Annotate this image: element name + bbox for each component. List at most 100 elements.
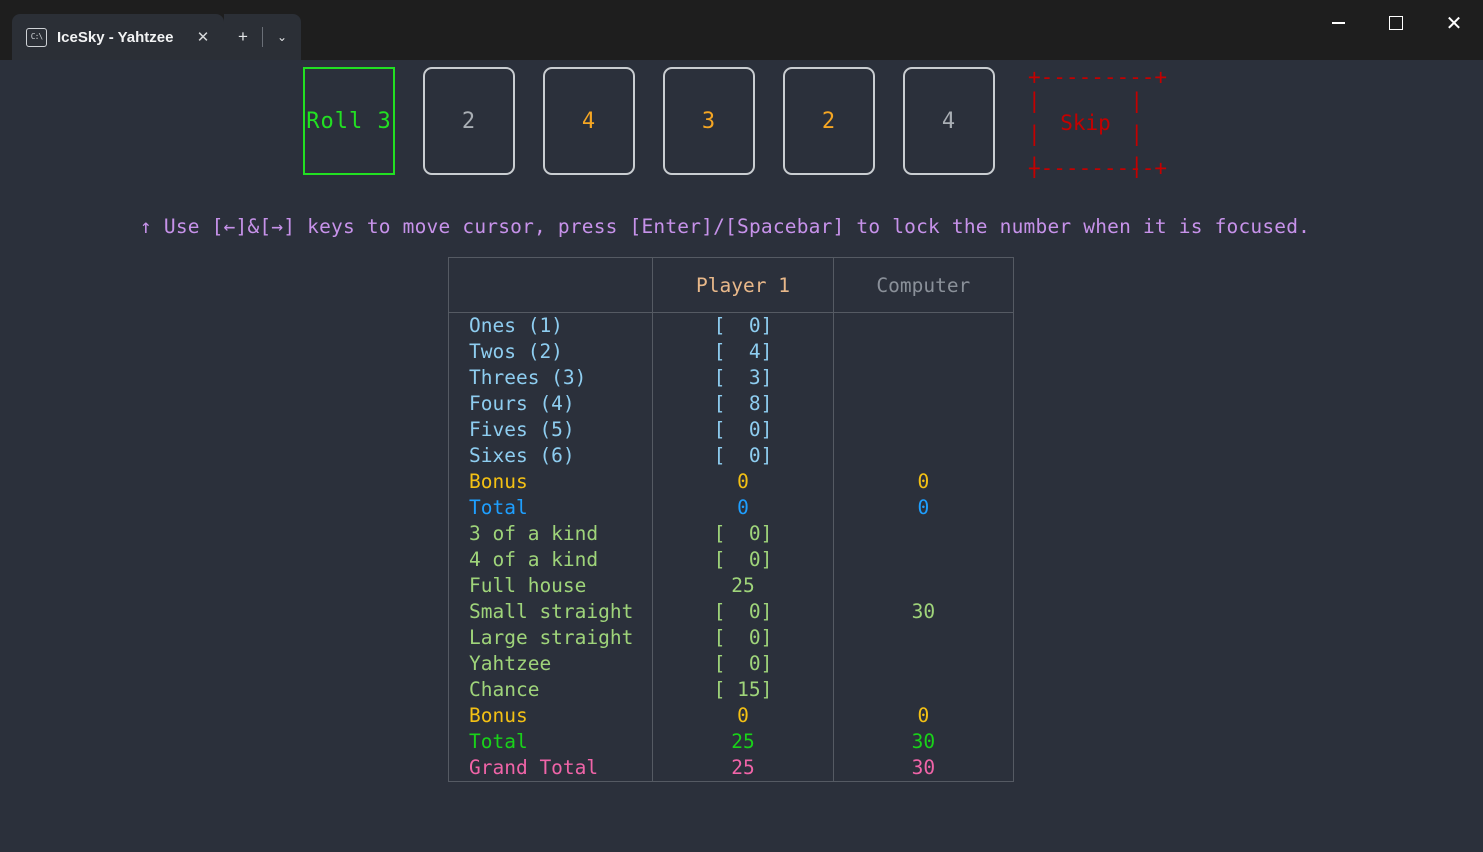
keyboard-hint-text: ↑ Use [←]&[→] keys to move cursor, press…	[140, 215, 1310, 238]
score-row-player-value-0: [ 0]	[653, 313, 832, 339]
terminal-content: Roll 3 2 4 3 2 4 +---------+ | | | Skip	[0, 60, 1483, 852]
die-3-value: 3	[702, 109, 716, 134]
score-row-player-value-8: [ 0]	[653, 521, 832, 547]
die-2-value: 4	[582, 109, 596, 134]
score-row-player-value-11: [ 0]	[653, 599, 832, 625]
clipped-bottom-line	[0, 841, 1483, 852]
score-row-computer-value-15: 0	[834, 703, 1013, 729]
scoreboard-body: Ones (1)Twos (2)Threes (3)Fours (4)Fives…	[449, 313, 1014, 782]
close-window-icon[interactable]: ✕	[1425, 0, 1483, 46]
header-computer: Computer	[833, 258, 1013, 313]
header-player-1: Player 1	[653, 258, 833, 313]
score-row-player-value-15: 0	[653, 703, 832, 729]
die-1[interactable]: 2	[423, 67, 515, 175]
score-row-computer-value-3	[834, 391, 1013, 417]
score-row-label-4: Fives (5)	[449, 417, 652, 443]
die-1-value: 2	[462, 109, 476, 134]
score-row-label-3: Fours (4)	[449, 391, 652, 417]
score-row-computer-value-12	[834, 625, 1013, 651]
score-row-computer-value-9	[834, 547, 1013, 573]
score-row-label-17: Grand Total	[449, 755, 652, 781]
score-row-computer-value-5	[834, 443, 1013, 469]
score-row-label-14: Chance	[449, 677, 652, 703]
score-row-player-value-6: 0	[653, 469, 832, 495]
tab-strip-actions: + ⌄	[224, 14, 301, 60]
tab-title: IceSky - Yahtzee	[57, 29, 173, 46]
scoreboard-header-row: Player 1 Computer	[449, 258, 1014, 313]
die-4[interactable]: 2	[783, 67, 875, 175]
score-row-label-2: Threes (3)	[449, 365, 652, 391]
scoreboard-table: Player 1 Computer Ones (1)Twos (2)Threes…	[448, 257, 1014, 782]
score-row-computer-value-6: 0	[834, 469, 1013, 495]
window-controls: ✕	[1309, 0, 1483, 46]
score-row-player-value-2: [ 3]	[653, 365, 832, 391]
roll-button-label: Roll 3	[306, 109, 391, 134]
score-row-player-value-5: [ 0]	[653, 443, 832, 469]
score-row-computer-value-4	[834, 417, 1013, 443]
title-bar: C:\ IceSky - Yahtzee ✕ + ⌄ ✕	[0, 0, 1483, 60]
score-row-label-5: Sixes (6)	[449, 443, 652, 469]
skip-left-bar-2: |	[1028, 118, 1041, 151]
scoreboard-header: Player 1 Computer	[449, 258, 1014, 313]
new-tab-icon[interactable]: +	[224, 14, 262, 60]
score-row-computer-value-1	[834, 339, 1013, 365]
skip-bottom-border: +---------+	[1028, 158, 1143, 179]
score-row-player-value-9: [ 0]	[653, 547, 832, 573]
tab-strip: C:\ IceSky - Yahtzee ✕ + ⌄	[0, 0, 301, 60]
score-row-computer-value-11: 30	[834, 599, 1013, 625]
score-row-computer-value-2	[834, 365, 1013, 391]
score-row-label-8: 3 of a kind	[449, 521, 652, 547]
close-tab-icon[interactable]: ✕	[190, 24, 216, 50]
scoreboard-computer-column: 00 30 03030	[833, 313, 1013, 782]
score-row-label-11: Small straight	[449, 599, 652, 625]
maximize-icon[interactable]	[1367, 0, 1425, 46]
score-row-computer-value-14	[834, 677, 1013, 703]
score-row-computer-value-7: 0	[834, 495, 1013, 521]
score-row-label-10: Full house	[449, 573, 652, 599]
die-5-value: 4	[942, 109, 956, 134]
skip-button[interactable]: +---------+ | | | Skip | | | +---------+	[1028, 67, 1143, 179]
skip-middle: | | | Skip | | |	[1028, 85, 1143, 161]
score-row-player-value-16: 25	[653, 729, 832, 755]
skip-label: Skip	[1041, 107, 1131, 140]
score-row-computer-value-8	[834, 521, 1013, 547]
score-row-label-0: Ones (1)	[449, 313, 652, 339]
score-row-label-1: Twos (2)	[449, 339, 652, 365]
header-blank	[449, 258, 653, 313]
skip-left-bar-1: |	[1028, 85, 1041, 118]
skip-right-border: | | |	[1130, 85, 1143, 161]
score-row-computer-value-16: 30	[834, 729, 1013, 755]
dice-row: Roll 3 2 4 3 2 4 +---------+ | | | Skip	[303, 67, 1143, 179]
scoreboard-player-column: [ 0][ 4][ 3][ 8][ 0][ 0]00[ 0][ 0]25[ 0]…	[653, 313, 833, 782]
score-row-player-value-10: 25	[653, 573, 832, 599]
score-row-label-16: Total	[449, 729, 652, 755]
skip-right-bar-1: |	[1130, 85, 1143, 118]
die-3[interactable]: 3	[663, 67, 755, 175]
chevron-down-icon[interactable]: ⌄	[263, 14, 301, 60]
scoreboard-label-column: Ones (1)Twos (2)Threes (3)Fours (4)Fives…	[449, 313, 653, 782]
score-row-player-value-3: [ 8]	[653, 391, 832, 417]
die-2[interactable]: 4	[543, 67, 635, 175]
score-row-computer-value-0	[834, 313, 1013, 339]
score-row-label-9: 4 of a kind	[449, 547, 652, 573]
skip-left-border: | | |	[1028, 85, 1041, 161]
roll-button[interactable]: Roll 3	[303, 67, 395, 175]
score-row-computer-value-17: 30	[834, 755, 1013, 781]
score-row-player-value-7: 0	[653, 495, 832, 521]
score-row-label-6: Bonus	[449, 469, 652, 495]
score-row-label-13: Yahtzee	[449, 651, 652, 677]
command-prompt-icon: C:\	[26, 28, 47, 47]
die-5[interactable]: 4	[903, 67, 995, 175]
score-row-label-12: Large straight	[449, 625, 652, 651]
score-row-player-value-1: [ 4]	[653, 339, 832, 365]
minimize-icon[interactable]	[1309, 0, 1367, 46]
score-row-player-value-17: 25	[653, 755, 832, 781]
score-row-player-value-12: [ 0]	[653, 625, 832, 651]
score-row-label-7: Total	[449, 495, 652, 521]
tab-icesky-yahtzee[interactable]: C:\ IceSky - Yahtzee ✕	[12, 14, 224, 60]
score-row-player-value-13: [ 0]	[653, 651, 832, 677]
score-row-player-value-4: [ 0]	[653, 417, 832, 443]
score-row-player-value-14: [ 15]	[653, 677, 832, 703]
score-row-label-15: Bonus	[449, 703, 652, 729]
die-4-value: 2	[822, 109, 836, 134]
